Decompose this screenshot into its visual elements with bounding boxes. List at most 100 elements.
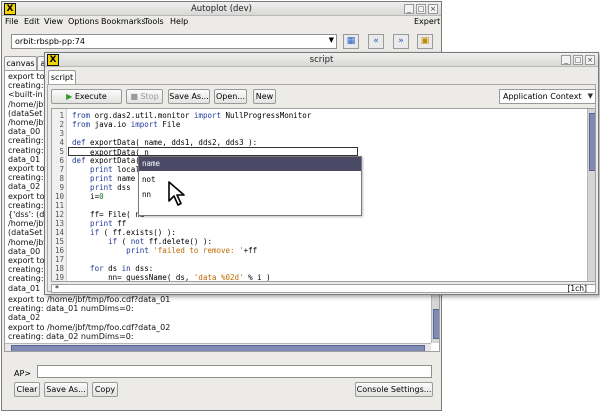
code-line: print locals	[72, 165, 145, 174]
menu-file[interactable]: File	[5, 17, 18, 26]
script-window: X script _ □ × script ▶ Execute ■ Stop S…	[44, 52, 599, 295]
stop-button[interactable]: ■ Stop	[126, 89, 163, 104]
tab-canvas[interactable]: canvas	[4, 56, 37, 70]
script-maximize-button[interactable]: □	[573, 55, 583, 65]
back-icon[interactable]: «	[368, 34, 384, 49]
main-menu-bar: File Edit View Options Bookmarks Tools H…	[2, 16, 441, 29]
save-as-button[interactable]: Save As...	[44, 382, 88, 397]
line-number: 3	[59, 129, 64, 138]
open-button[interactable]: Open...	[214, 89, 247, 104]
close-button[interactable]: ×	[428, 4, 438, 14]
script-minimize-button[interactable]: _	[561, 55, 571, 65]
log-line: /home/jbf	[8, 219, 47, 229]
new-button[interactable]: New	[253, 89, 276, 104]
log-line: export to	[8, 72, 45, 81]
context-select[interactable]: Application Context ▼	[499, 89, 596, 104]
menu-edit[interactable]: Edit	[24, 17, 40, 26]
script-close-button[interactable]: ×	[585, 55, 595, 65]
script-panel: ▶ Execute ■ Stop Save As... Open... New …	[47, 84, 596, 293]
line-number: 2	[59, 120, 64, 129]
log-line: data_01	[8, 154, 41, 164]
line-number: 9	[59, 183, 64, 192]
code-line-current: exportData( n	[68, 147, 358, 157]
log-line: creating:	[8, 173, 44, 183]
code-line: from java.io import File	[72, 120, 181, 129]
completion-item-name[interactable]: name	[139, 157, 361, 171]
log-line: creating:	[8, 265, 44, 275]
copy-button[interactable]: Copy	[92, 382, 118, 397]
log-line: /home/jbf	[8, 99, 47, 109]
line-number: 4	[59, 138, 64, 147]
log-line: export to	[8, 164, 45, 173]
line-number: 12	[54, 210, 64, 219]
menu-options[interactable]: Options	[68, 17, 99, 26]
maximize-button[interactable]: □	[416, 4, 426, 14]
line-number: 19	[54, 273, 64, 282]
log-line: data_00	[8, 127, 41, 137]
code-editor[interactable]: 1 2 3 4 5 6 7 8 9 10 11 12 13 14 15 16 17 18 19 from org.d…	[51, 108, 596, 282]
minimize-button[interactable]: _	[404, 4, 414, 14]
line-number: 7	[59, 165, 64, 174]
console-scroll-thumb[interactable]	[433, 309, 439, 339]
line-number: 13	[54, 219, 64, 228]
code-line: from org.das2.util.monitor import NullPr…	[72, 111, 312, 120]
execute-icon: ▶	[66, 92, 73, 101]
code-line: print 'failed to remove: '+ff	[72, 246, 258, 255]
command-input[interactable]	[37, 365, 432, 378]
code-scroll-thumb[interactable]	[589, 113, 595, 171]
menu-bookmarks[interactable]: Bookmarks	[101, 17, 146, 26]
clear-button[interactable]: Clear	[14, 382, 40, 397]
console-settings-button[interactable]: Console Settings...	[355, 382, 433, 397]
menu-help[interactable]: Help	[170, 17, 188, 26]
main-title-bar[interactable]: X Autoplot (dev) _ □ ×	[2, 2, 441, 16]
stop-icon: ■	[130, 92, 138, 101]
script-title-bar[interactable]: X script _ □ ×	[45, 53, 598, 67]
code-line: def exportData(	[72, 156, 140, 165]
address-value: orbit:rbspb-pp:74	[15, 37, 85, 46]
address-field[interactable]: orbit:rbspb-pp:74 ▼	[11, 34, 337, 49]
code-line: i=0	[72, 192, 104, 201]
log-line: export to /home/jbf/tmp/foo.cdf?data_02	[8, 322, 171, 332]
console-horizontal-scrollbar[interactable]	[5, 343, 431, 351]
log-line: creating: data_02 numDims=0:	[8, 331, 134, 341]
log-line: data_00	[8, 246, 41, 256]
code-line: if ( not ff.delete() ):	[72, 237, 212, 246]
log-line: creating:	[8, 200, 44, 210]
chevron-down-icon: ▼	[587, 92, 593, 100]
log-line: /home/jbf	[8, 237, 47, 247]
mouse-pointer-icon	[168, 181, 185, 206]
hscroll-marker: *	[55, 284, 59, 293]
menu-expert[interactable]: Expert	[414, 17, 440, 26]
execute-button[interactable]: ▶ Execute	[51, 89, 122, 104]
code-line: nn= guessName( ds, 'data_%02d' % i )	[72, 273, 271, 282]
code-line: ff= File( na	[72, 210, 145, 219]
menu-tools[interactable]: Tools	[144, 17, 164, 26]
log-line: creating: data_01 numDims=0:	[8, 304, 134, 314]
execute-label: Execute	[74, 92, 107, 101]
tab-script[interactable]: script	[48, 70, 76, 84]
console-hscroll-thumb[interactable]	[11, 345, 425, 351]
line-number: 14	[54, 228, 64, 237]
log-line: export to /home/jbf/tmp/foo.cdf?data_01	[8, 295, 171, 304]
line-number: 8	[59, 174, 64, 183]
log-line: creating:	[8, 136, 44, 146]
address-dropdown-icon[interactable]: ▼	[329, 36, 334, 44]
log-line: export to	[8, 191, 45, 201]
folder-icon[interactable]: ▣	[417, 34, 433, 49]
code-line: print name	[72, 174, 136, 183]
browse-icon[interactable]: ▦	[343, 34, 359, 49]
forward-icon[interactable]: »	[393, 34, 409, 49]
prompt-label: AP>	[14, 369, 31, 378]
menu-view[interactable]: View	[44, 17, 63, 26]
code-line: def exportData( name, dds1, dds2, dds3 )…	[72, 138, 258, 147]
line-number: 15	[54, 237, 64, 246]
log-line: {'dss': (d	[8, 210, 45, 219]
log-line: /home/jbf	[8, 118, 47, 127]
log-line: <built-in	[8, 90, 43, 100]
context-value: Application Context	[503, 92, 582, 101]
script-save-as-button[interactable]: Save As...	[168, 89, 210, 104]
code-line: if ( ff.exists() ):	[72, 228, 176, 237]
code-vertical-scrollbar[interactable]	[587, 109, 595, 281]
log-line: data_02	[8, 313, 41, 323]
line-number: 10	[54, 192, 64, 201]
